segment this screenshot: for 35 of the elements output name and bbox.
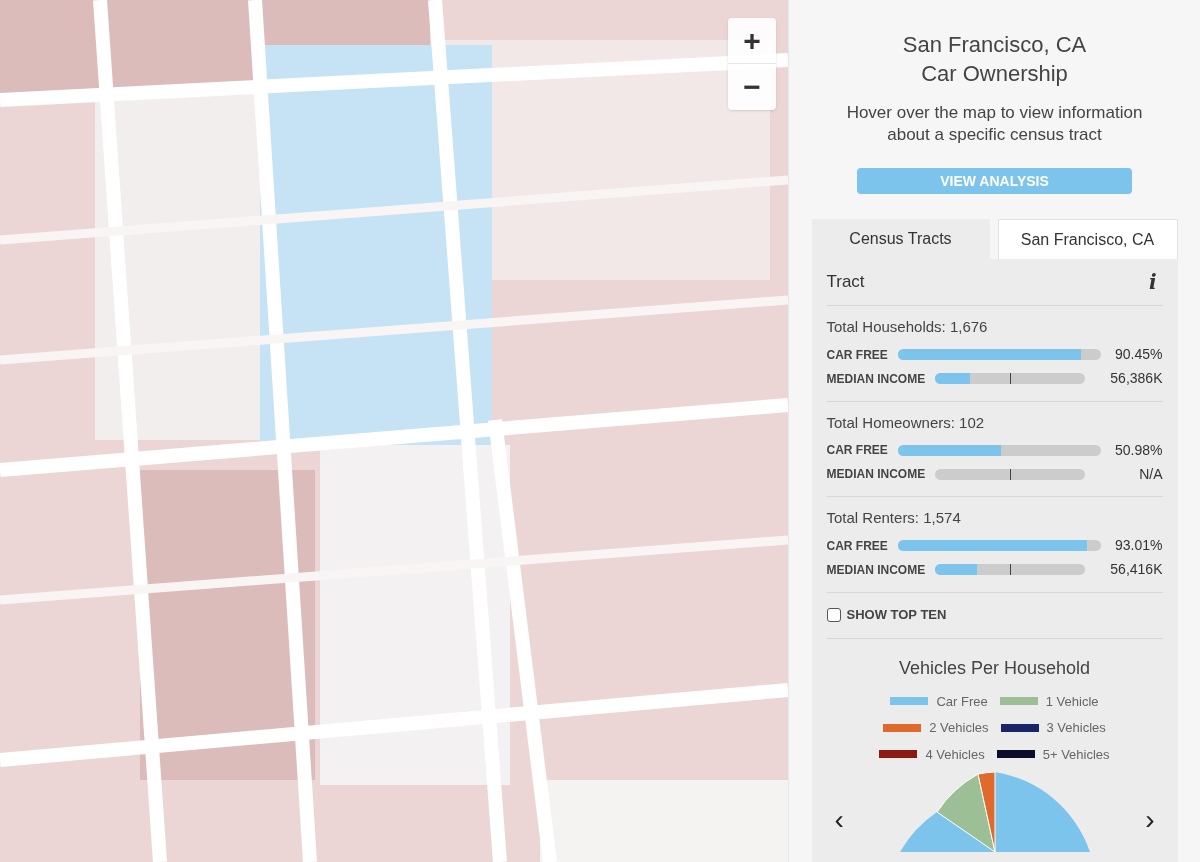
next-button[interactable]: ›	[1145, 806, 1155, 834]
section-title: Total Homeowners: 102	[826, 412, 986, 433]
tab[interactable]: Census Tracts	[811, 219, 990, 259]
chart-title: Vehicles Per Household	[897, 656, 1092, 680]
legend-label: 1 Vehicle	[1045, 692, 1099, 711]
panel-heading: Tract	[826, 271, 865, 294]
legend-label: 5+ Vehicles	[1042, 745, 1110, 764]
metric-label: CAR FREE	[826, 442, 888, 459]
info-icon[interactable]: i	[1148, 267, 1157, 297]
metric-label: CAR FREE	[826, 537, 888, 555]
section-title: Total Renters: 1,574	[826, 508, 962, 528]
metric-value: 56,386K	[1110, 369, 1163, 388]
metric-label: MEDIAN INCOME	[826, 370, 926, 388]
legend-label: 4 Vehicles	[925, 745, 985, 764]
metric-value: 50.98%	[1115, 440, 1163, 460]
subtitle-text: Hover over the map to view information about a specific census tract	[845, 102, 1144, 146]
metric-value: 90.45%	[1115, 345, 1163, 364]
zoom-out-button[interactable]: −	[728, 64, 776, 110]
zoom-in-button[interactable]: +	[728, 18, 776, 64]
legend-label: 3 Vehicles	[1046, 719, 1106, 737]
section-title: Total Households: 1,676	[826, 317, 989, 337]
metric-label: MEDIAN INCOME	[826, 466, 926, 483]
legend-label: Car Free	[936, 692, 988, 711]
panel-title: San Francisco, CA	[902, 31, 1087, 59]
tab[interactable]: San Francisco, CA	[997, 219, 1178, 259]
metric-value: 93.01%	[1115, 536, 1163, 555]
panel-title: Car Ownership	[921, 60, 1068, 88]
checkbox-label: SHOW TOP TEN	[846, 606, 947, 625]
metric-label: MEDIAN INCOME	[826, 561, 926, 579]
metric-value: N/A	[1139, 464, 1163, 484]
checkbox[interactable]	[826, 608, 841, 622]
metric-label: CAR FREE	[826, 346, 888, 364]
previous-button[interactable]: ‹	[834, 806, 844, 834]
legend-label: 2 Vehicles	[929, 719, 989, 737]
metric-value: 56,416K	[1110, 560, 1163, 579]
